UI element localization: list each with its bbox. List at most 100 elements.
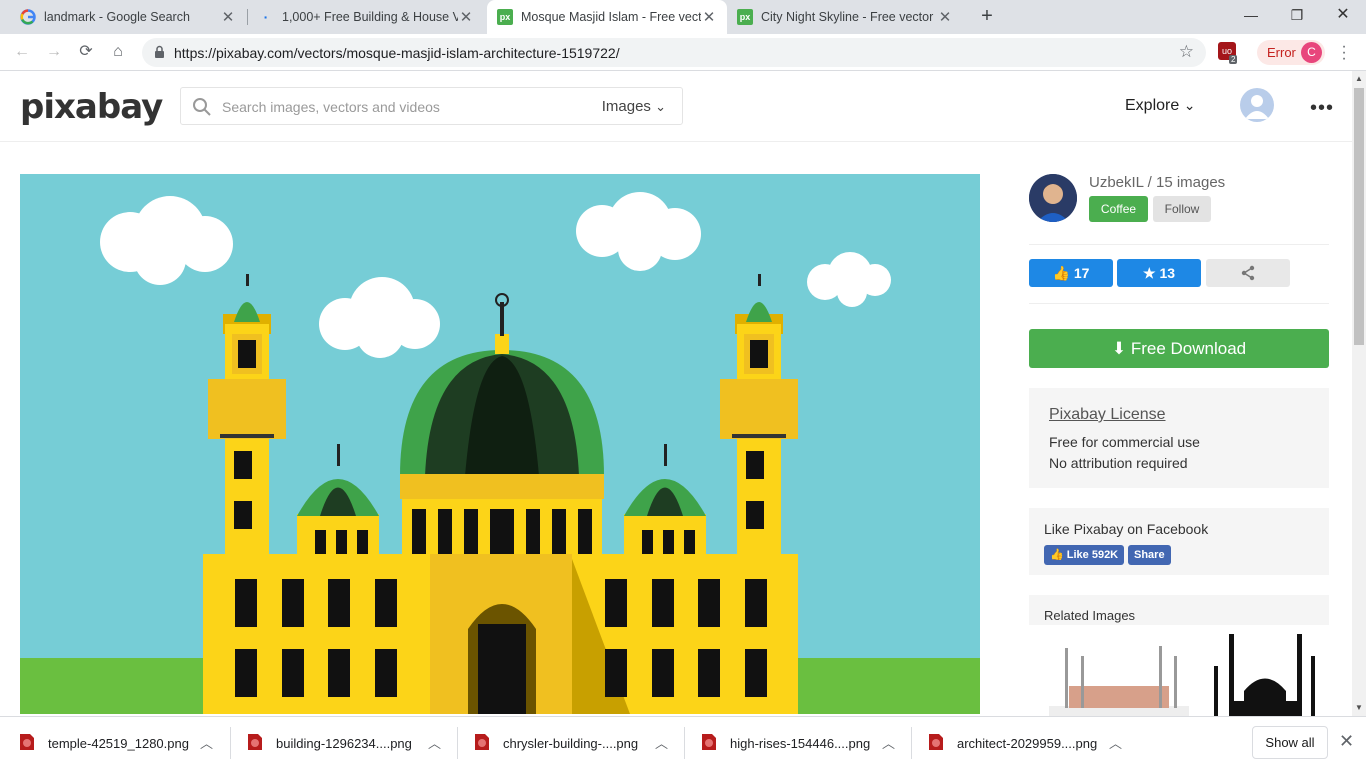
tab-free-building[interactable]: · 1,000+ Free Building & House Ve ✕ [248, 0, 484, 34]
download-filename: architect-2029959....png [957, 736, 1098, 751]
thumbs-up-icon: 👍 [1052, 265, 1070, 281]
close-tab-icon[interactable]: ✕ [701, 8, 717, 26]
facebook-box: Like Pixabay on Facebook 👍 Like 592K Sha… [1029, 508, 1329, 575]
more-options-icon[interactable]: ••• [1310, 97, 1334, 120]
minimize-button[interactable]: — [1228, 0, 1274, 30]
address-bar[interactable]: https://pixabay.com/vectors/mosque-masji… [142, 38, 1206, 67]
star-icon: ★ [1142, 265, 1156, 281]
favorite-count: 13 [1159, 265, 1176, 281]
loading-icon: · [263, 9, 269, 25]
close-tab-icon[interactable]: ✕ [220, 8, 236, 26]
extension-badge: 2 [1229, 55, 1238, 64]
download-filename: high-rises-154446....png [730, 736, 871, 751]
search-input[interactable]: Search images, vectors and videos [222, 99, 440, 115]
tab-title: landmark - Google Search [44, 10, 190, 24]
license-line: Free for commercial use [1049, 434, 1200, 450]
close-window-button[interactable]: ✕ [1320, 0, 1366, 30]
favorite-button[interactable]: ★ 13 [1117, 259, 1201, 287]
license-box: Pixabay License Free for commercial use … [1029, 388, 1329, 488]
forward-button[interactable]: → [42, 40, 66, 64]
search-icon [193, 98, 211, 116]
search-type-label: Images [601, 98, 651, 115]
chevron-up-icon[interactable]: ︿ [1109, 733, 1122, 752]
divider [1029, 303, 1329, 304]
pixabay-logo[interactable]: pixabay [20, 87, 163, 127]
share-icon [1241, 265, 1255, 281]
facebook-like-button[interactable]: 👍 Like 592K [1044, 545, 1125, 565]
new-tab-button[interactable]: + [976, 5, 998, 27]
download-item[interactable]: architect-2029959....png ︿ [909, 717, 1135, 769]
image-file-icon [475, 734, 489, 750]
home-button[interactable]: ⌂ [106, 40, 130, 64]
back-button[interactable]: ← [10, 40, 34, 64]
download-label: Free Download [1130, 339, 1247, 358]
explore-label: Explore [1125, 97, 1180, 114]
image-file-icon [702, 734, 716, 750]
browser-tab-strip: landmark - Google Search ✕ · 1,000+ Free… [0, 0, 1366, 34]
related-images-title: Related Images [1044, 608, 1136, 623]
tab-google-search[interactable]: landmark - Google Search ✕ [10, 0, 246, 34]
author-name[interactable]: UzbekIL / 15 images [1089, 174, 1225, 191]
tab-title: 1,000+ Free Building & House Ve [282, 10, 458, 24]
browser-menu-icon[interactable]: · · · [1338, 39, 1350, 67]
tab-city-night-skyline[interactable]: px City Night Skyline - Free vector g ✕ [727, 0, 963, 34]
page-scrollbar[interactable]: ▲ ▼ [1352, 71, 1366, 716]
explore-menu[interactable]: Explore ⌄ [1125, 97, 1195, 115]
bookmark-star-icon[interactable]: ☆ [1179, 42, 1194, 62]
restore-button[interactable]: ❐ [1274, 0, 1320, 30]
download-item[interactable]: high-rises-154446....png ︿ [682, 717, 908, 769]
scroll-up-icon[interactable]: ▲ [1355, 74, 1363, 83]
pixabay-icon: px [737, 9, 753, 25]
search-box[interactable]: Search images, vectors and videos Images… [180, 87, 683, 125]
facebook-like-label: Like 592K [1066, 549, 1119, 561]
close-shelf-icon[interactable]: ✕ [1339, 731, 1354, 752]
thumbs-up-icon: 👍 [1050, 549, 1064, 561]
profile-error-button[interactable]: Error C [1257, 40, 1325, 65]
close-tab-icon[interactable]: ✕ [458, 8, 474, 26]
chevron-up-icon[interactable]: ︿ [200, 733, 213, 752]
chevron-up-icon[interactable]: ︿ [882, 733, 895, 752]
facebook-share-button[interactable]: Share [1128, 545, 1171, 565]
license-link[interactable]: Pixabay License [1049, 406, 1166, 424]
like-button[interactable]: 👍 17 [1029, 259, 1113, 287]
free-download-button[interactable]: ⬇ Free Download [1029, 329, 1329, 368]
search-type-dropdown[interactable]: Images ⌄ [602, 98, 666, 115]
url-text: https://pixabay.com/vectors/mosque-masji… [174, 45, 620, 61]
download-filename: building-1296234....png [276, 736, 412, 751]
tab-title: Mosque Masjid Islam - Free vecto [521, 10, 701, 24]
pixabay-icon: px [497, 9, 513, 25]
site-header: pixabay Search images, vectors and video… [0, 71, 1352, 142]
google-icon [20, 9, 36, 25]
image-file-icon [20, 734, 34, 750]
author-avatar[interactable] [1029, 174, 1077, 222]
related-images-thumbnails [1029, 626, 1329, 718]
follow-button[interactable]: Follow [1153, 196, 1211, 222]
user-account-icon[interactable] [1240, 88, 1274, 122]
tab-title: City Night Skyline - Free vector g [761, 10, 937, 24]
download-item[interactable]: building-1296234....png ︿ [228, 717, 454, 769]
chevron-up-icon[interactable]: ︿ [428, 733, 441, 752]
error-label: Error [1267, 45, 1296, 60]
download-filename: temple-42519_1280.png [48, 736, 189, 751]
like-count: 17 [1073, 265, 1090, 281]
reload-button[interactable]: ⟳ [74, 40, 98, 64]
close-tab-icon[interactable]: ✕ [937, 8, 953, 26]
download-item[interactable]: chrysler-building-....png ︿ [455, 717, 681, 769]
download-item[interactable]: temple-42519_1280.png ︿ [0, 717, 226, 769]
image-file-icon [248, 734, 262, 750]
download-shelf: temple-42519_1280.png ︿ building-1296234… [0, 716, 1366, 768]
chevron-down-icon: ⌄ [655, 99, 666, 114]
related-thumbnail-mosque-silhouette[interactable] [1214, 634, 1315, 718]
related-thumbnail-hagia-sophia[interactable] [1049, 646, 1189, 718]
mosque-illustration[interactable] [20, 174, 980, 714]
share-button[interactable] [1206, 259, 1290, 287]
show-all-downloads-button[interactable]: Show all [1252, 726, 1328, 759]
profile-avatar: C [1301, 42, 1322, 63]
chevron-up-icon[interactable]: ︿ [655, 733, 668, 752]
scrollbar-thumb[interactable] [1354, 88, 1364, 345]
tab-mosque-masjid[interactable]: px Mosque Masjid Islam - Free vecto ✕ [487, 0, 727, 34]
coffee-button[interactable]: Coffee [1089, 196, 1148, 222]
chevron-down-icon: ⌄ [1183, 97, 1196, 113]
lock-icon [155, 45, 164, 58]
scroll-down-icon[interactable]: ▼ [1355, 703, 1363, 712]
